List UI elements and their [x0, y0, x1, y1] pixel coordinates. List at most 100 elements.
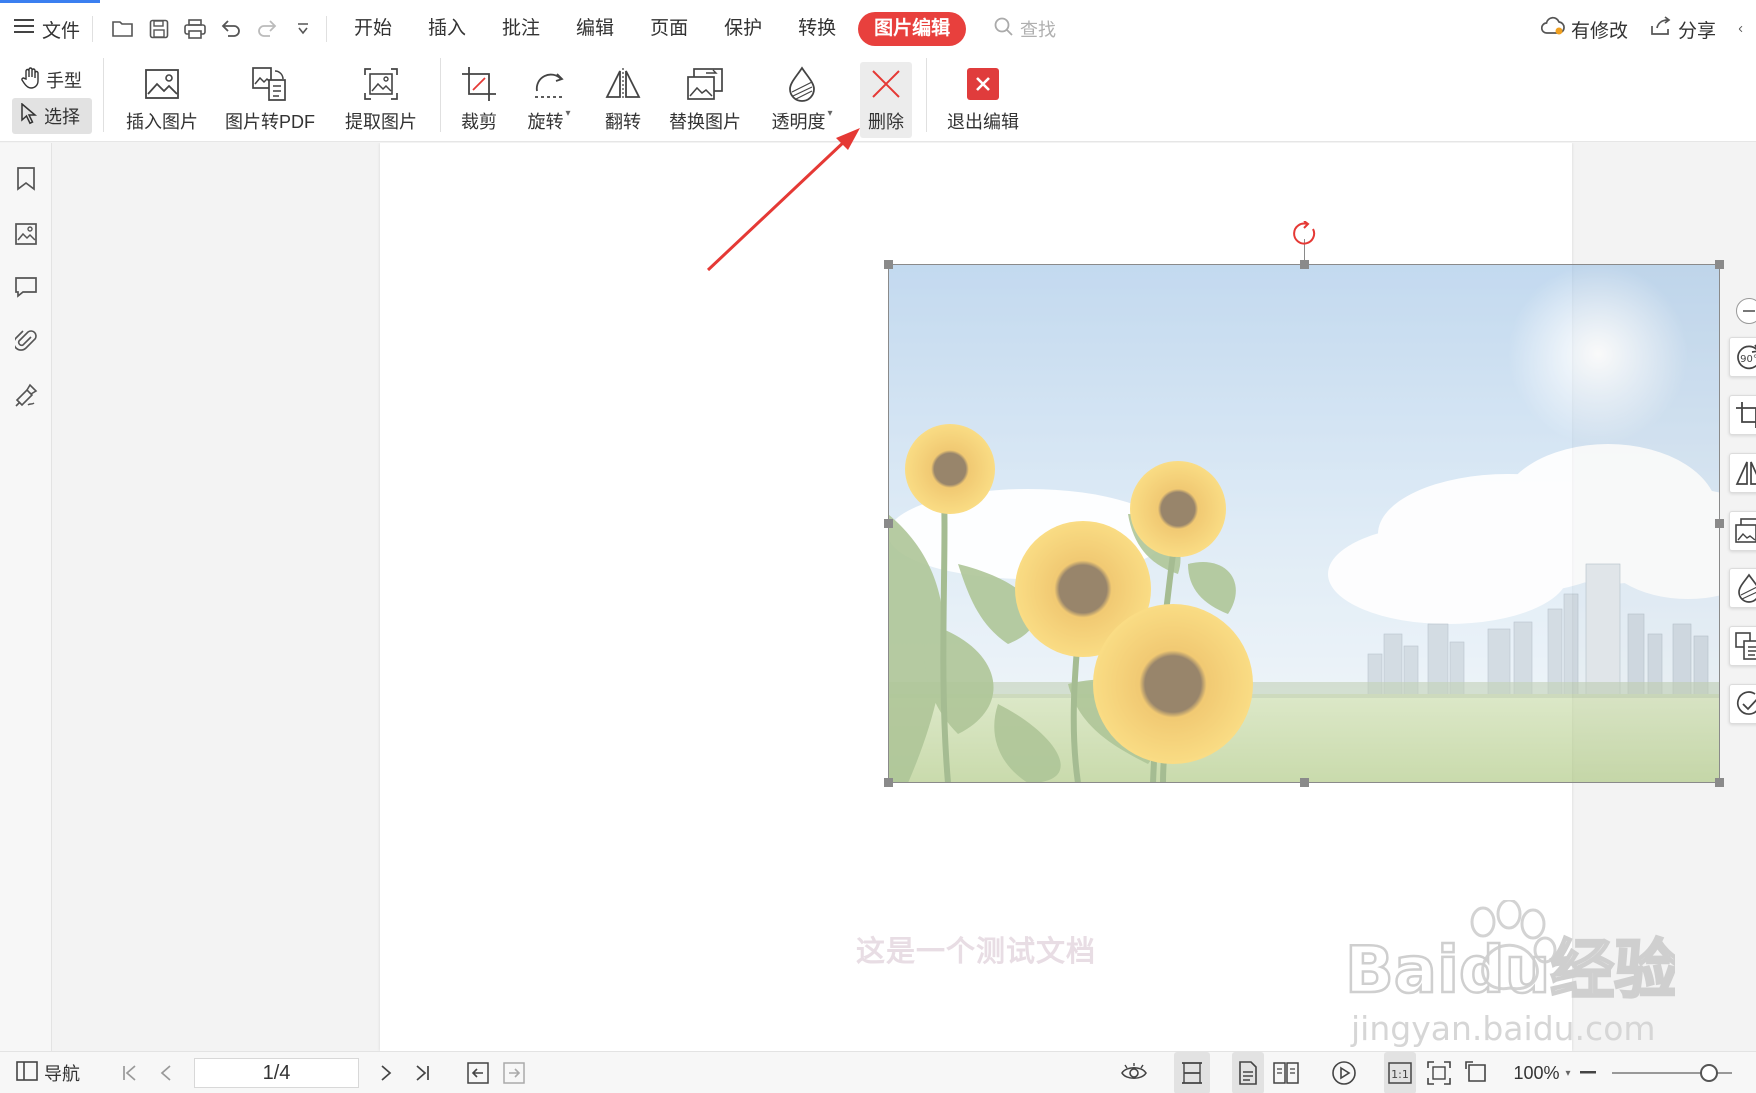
tab-protect[interactable]: 保护 [706, 12, 780, 46]
image-to-pdf-label: 图片转PDF [225, 112, 315, 132]
collapse-minus-icon[interactable] [1736, 298, 1756, 324]
quick-confirm-button[interactable] [1729, 684, 1756, 724]
resize-handle-bottom[interactable] [1300, 778, 1309, 787]
flip-button[interactable]: 翻转 [600, 62, 646, 138]
nav-label: 导航 [44, 1064, 80, 1084]
resize-handle-top-left[interactable] [884, 260, 893, 269]
hand-tool-button[interactable]: 手型 [12, 62, 92, 98]
fit-page-icon[interactable] [1424, 1052, 1454, 1093]
actual-size-icon[interactable]: 1:1 [1384, 1052, 1416, 1093]
resize-handle-left[interactable] [884, 519, 893, 528]
watermark-url: jingyan.baidu.com [1350, 1009, 1656, 1048]
ribbon-toolbar: 手型 选择 插入图片 图片转PDF 提取图片 裁剪 旋转 ▾ 翻转 替换图片 透… [0, 58, 1756, 142]
tab-insert[interactable]: 插入 [410, 12, 484, 46]
first-page-icon[interactable] [116, 1052, 144, 1093]
more-icon[interactable] [1738, 22, 1746, 36]
zoom-slider-handle[interactable] [1700, 1064, 1718, 1082]
chevron-down-icon: ▾ [1565, 1067, 1571, 1079]
delete-x-icon [871, 64, 901, 104]
select-tool-button[interactable]: 选择 [12, 98, 92, 134]
resize-handle-bottom-left[interactable] [884, 778, 893, 787]
tab-convert[interactable]: 转换 [780, 12, 854, 46]
image-selection-frame [884, 220, 1724, 787]
extract-image-icon [363, 64, 399, 104]
crop-button[interactable]: 裁剪 [456, 62, 502, 138]
transparency-label-text: 透明度 [771, 112, 826, 132]
share-icon [1650, 16, 1672, 42]
flip-label: 翻转 [605, 112, 641, 132]
transparency-label: 透明度 ▾ [771, 108, 832, 134]
fit-width-icon[interactable] [1174, 1052, 1210, 1093]
undo-icon[interactable] [216, 14, 246, 44]
transparency-button[interactable]: 透明度 ▾ [766, 62, 838, 138]
hand-icon [20, 66, 40, 94]
resize-handle-bottom-right[interactable] [1715, 778, 1724, 787]
search-placeholder: 查找 [1020, 20, 1056, 40]
single-page-icon[interactable] [1232, 1052, 1264, 1093]
page-number-field[interactable]: 1/4 [194, 1058, 359, 1088]
divider [326, 16, 327, 42]
quick-ocr-button[interactable] [1729, 626, 1756, 666]
modified-status[interactable]: 有修改 [1540, 16, 1628, 43]
next-page-icon[interactable] [372, 1052, 400, 1093]
flip-icon [1735, 461, 1756, 485]
tab-page[interactable]: 页面 [632, 12, 706, 46]
delete-button[interactable]: 删除 [860, 62, 912, 138]
accent-line [0, 0, 100, 3]
quick-transparency-button[interactable] [1729, 568, 1756, 608]
file-menu[interactable]: 文件 [14, 14, 80, 44]
transparency-drop-icon [1738, 573, 1756, 603]
two-page-icon[interactable] [1270, 1052, 1302, 1093]
tab-start[interactable]: 开始 [336, 12, 410, 46]
play-slideshow-icon[interactable] [1328, 1052, 1360, 1093]
check-circle-icon [1736, 691, 1756, 715]
back-view-icon[interactable] [464, 1052, 492, 1093]
rotate-button[interactable]: 旋转 ▾ [522, 62, 576, 138]
thumbnail-image-icon[interactable] [12, 220, 40, 248]
signature-pen-icon[interactable] [12, 381, 40, 409]
quick-replace-button[interactable] [1729, 511, 1756, 551]
open-folder-icon[interactable] [108, 14, 138, 44]
extract-image-label: 提取图片 [345, 112, 417, 132]
print-icon[interactable] [180, 14, 210, 44]
rotate-90-label: 90° [1740, 354, 1756, 365]
pointer-tools: 手型 选择 [12, 62, 92, 134]
tab-edit[interactable]: 编辑 [558, 12, 632, 46]
search-box[interactable]: 查找 [994, 14, 1056, 44]
extract-image-button[interactable]: 提取图片 [340, 62, 422, 138]
rotate-handle-icon[interactable] [1291, 220, 1319, 247]
eye-protection-icon[interactable] [1118, 1052, 1150, 1093]
page-rotate-icon[interactable] [1462, 1052, 1492, 1093]
quick-flip-button[interactable] [1729, 453, 1756, 493]
navigation-toggle[interactable]: 导航 [12, 1052, 84, 1093]
quick-crop-button[interactable] [1729, 395, 1756, 435]
header-actions: 有修改 分享 [1540, 14, 1746, 44]
rotate-90-button[interactable]: 90° [1729, 337, 1756, 377]
customize-quick-access-icon[interactable] [288, 14, 318, 44]
attachment-icon[interactable] [12, 327, 40, 355]
crop-icon [461, 64, 497, 104]
crop-icon [1736, 402, 1756, 428]
forward-view-icon[interactable] [500, 1052, 528, 1093]
bookmark-icon[interactable] [12, 165, 40, 193]
redo-icon[interactable] [252, 14, 282, 44]
previous-page-icon[interactable] [152, 1052, 180, 1093]
save-icon[interactable] [144, 14, 174, 44]
resize-handle-right[interactable] [1715, 519, 1724, 528]
exit-edit-button[interactable]: 退出编辑 [944, 62, 1022, 138]
svg-text:1:1: 1:1 [1391, 1068, 1409, 1081]
cloud-icon [1540, 16, 1565, 42]
replace-image-button[interactable]: 替换图片 [666, 62, 744, 138]
insert-image-button[interactable]: 插入图片 [124, 62, 200, 138]
share-button[interactable]: 分享 [1650, 16, 1716, 43]
tab-annotate[interactable]: 批注 [484, 12, 558, 46]
insert-image-label: 插入图片 [126, 112, 198, 132]
image-to-pdf-button[interactable]: 图片转PDF [222, 62, 318, 138]
watermark-brand: Baidu经验 [1345, 934, 1675, 1008]
last-page-icon[interactable] [408, 1052, 436, 1093]
resize-handle-top-right[interactable] [1715, 260, 1724, 269]
zoom-out-icon[interactable] [1574, 1052, 1602, 1093]
tab-image-edit[interactable]: 图片编辑 [858, 12, 967, 46]
comment-icon[interactable] [12, 273, 40, 301]
image-to-text-icon [1735, 632, 1756, 660]
